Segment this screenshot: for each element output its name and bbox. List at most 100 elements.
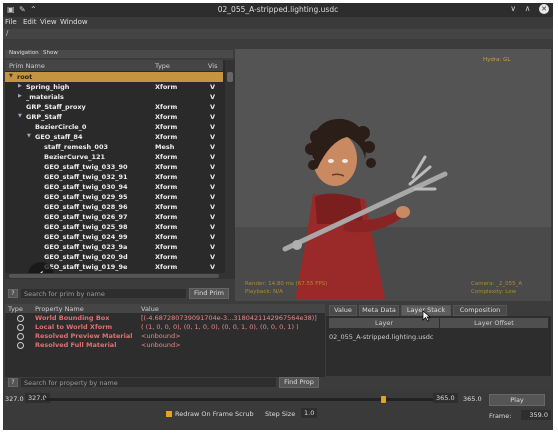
prim-vis[interactable]: V <box>210 213 215 221</box>
prim-type: Xform <box>155 103 178 111</box>
complexity-label: Complexity: Low <box>471 289 517 295</box>
prim-vis[interactable]: V <box>210 153 215 161</box>
attribute-row[interactable]: Resolved Full Material <unbound> <box>5 341 325 350</box>
prim-row[interactable]: GEO_staff_twig_026_97 Xform V <box>5 212 223 222</box>
prim-row[interactable]: ▼ GRP_Staff Xform V <box>5 112 223 122</box>
tab-composition[interactable]: Composition <box>453 305 507 316</box>
computed-attr-icon <box>17 315 24 322</box>
expand-right-icon[interactable]: ▶ <box>18 93 22 99</box>
prim-vis[interactable]: V <box>210 103 215 111</box>
prim-search-help-button[interactable]: ? <box>8 289 18 298</box>
prop-search-help-button[interactable]: ? <box>8 378 18 387</box>
prim-row[interactable]: BezierCircle_0 Xform V <box>5 122 223 132</box>
close-icon[interactable]: ✕ <box>539 4 549 14</box>
prim-vis[interactable]: V <box>210 183 215 191</box>
prim-vis[interactable]: V <box>210 83 215 91</box>
playback-stats: Playback: N/A <box>245 289 283 295</box>
window-title: 02_055_A-stripped.lighting.usdc <box>217 5 339 14</box>
prim-vis[interactable]: V <box>210 233 215 241</box>
prim-vis[interactable]: V <box>210 163 215 171</box>
col-type[interactable]: Type <box>155 62 170 70</box>
frame-slider-handle[interactable] <box>381 396 386 403</box>
prim-row[interactable]: GEO_staff_twig_033_90 Xform V <box>5 162 223 172</box>
prim-type: Mesh <box>155 143 175 151</box>
prim-row[interactable]: GEO_staff_twig_029_95 Xform V <box>5 192 223 202</box>
prim-row[interactable]: ▼ GEO_staff_84 Xform V <box>5 132 223 142</box>
attribute-row[interactable]: Local to World Xform ( (1, 0, 0, 0), (0, … <box>5 323 325 332</box>
expand-right-icon[interactable]: ▶ <box>18 83 22 89</box>
prim-row[interactable]: ▶ Spring_high Xform V <box>5 82 223 92</box>
playback-controls: 327.0 327.0 365.0 365.0 Play Redraw On F… <box>3 391 553 430</box>
prim-vis[interactable]: V <box>210 203 215 211</box>
col-value[interactable]: Value <box>141 305 159 313</box>
prim-vis[interactable]: V <box>210 263 215 271</box>
prim-vis[interactable]: V <box>210 113 215 121</box>
prim-vis[interactable]: V <box>210 173 215 181</box>
attribute-row[interactable]: World Bounding Box [(-4.687280739091704e-… <box>5 314 325 323</box>
prim-row[interactable]: GEO_staff_twig_028_96 Xform V <box>5 202 223 212</box>
expand-down-icon[interactable]: ▼ <box>9 73 13 79</box>
prim-vis[interactable]: V <box>210 133 215 141</box>
col-property-name[interactable]: Property Name <box>35 305 84 313</box>
col-prim-name[interactable]: Prim Name <box>9 62 45 70</box>
prim-row[interactable]: ▼ root <box>5 72 223 82</box>
menu-file[interactable]: File <box>5 18 17 26</box>
prim-vis[interactable]: V <box>210 123 215 131</box>
tab-meta-data[interactable]: Meta Data <box>359 305 399 316</box>
prim-row[interactable]: GEO_staff_twig_024_99 Xform V <box>5 232 223 242</box>
col-vis[interactable]: Vis <box>208 62 218 70</box>
tab-navigation[interactable]: Navigation <box>9 50 39 56</box>
prim-row[interactable]: GEO_staff_twig_023_9a Xform V <box>5 242 223 252</box>
step-size-field[interactable]: 1.0 <box>301 408 318 418</box>
prim-vis[interactable]: V <box>210 193 215 201</box>
prim-name: GRP_Staff <box>26 113 62 121</box>
col-layer-offset[interactable]: Layer Offset <box>440 318 548 328</box>
prim-row[interactable]: staff_remesh_003 Mesh V <box>5 142 223 152</box>
frame-slider[interactable] <box>45 396 449 403</box>
nav-tabs: Navigation Show <box>5 50 233 58</box>
find-prop-button[interactable]: Find Prop <box>279 377 319 388</box>
find-prim-button[interactable]: Find Prim <box>189 288 229 299</box>
tab-show[interactable]: Show <box>43 50 58 56</box>
tab-value[interactable]: Value <box>329 305 357 316</box>
prim-name: GEO_staff_twig_033_90 <box>44 163 128 171</box>
prim-vis[interactable]: V <box>210 223 215 231</box>
prim-search-input[interactable] <box>21 289 186 298</box>
menu-edit[interactable]: Edit <box>23 18 37 26</box>
prim-vis[interactable]: V <box>210 243 215 251</box>
usdview-window: ▣ ✎ ⌃ 02_055_A-stripped.lighting.usdc ∨ … <box>3 3 553 430</box>
prim-row[interactable]: GEO_staff_twig_032_91 Xform V <box>5 172 223 182</box>
prim-vis[interactable]: V <box>210 143 215 151</box>
play-button[interactable]: Play <box>489 394 545 406</box>
maximize-icon[interactable]: ∧ <box>525 4 531 13</box>
viewport[interactable]: Hydra: GL Render: 14.80 ms (67.55 FPS) P… <box>235 49 551 301</box>
minimize-icon[interactable]: ∨ <box>510 4 516 13</box>
frame-field[interactable]: 359.0 <box>521 410 551 420</box>
prim-vis[interactable]: V <box>210 93 215 101</box>
range-end-field[interactable]: 365.0 <box>433 393 458 403</box>
expand-down-icon[interactable]: ▼ <box>18 113 22 119</box>
prim-row[interactable]: BezierCurve_121 Xform V <box>5 152 223 162</box>
prim-tree-hscrollbar[interactable] <box>5 273 235 279</box>
prim-row[interactable]: GEO_staff_twig_025_98 Xform V <box>5 222 223 232</box>
expand-down-icon[interactable]: ▼ <box>27 133 31 139</box>
prim-row[interactable]: ▶ _materials V <box>5 92 223 102</box>
menu-window[interactable]: Window <box>60 18 88 26</box>
redraw-checkbox[interactable] <box>166 411 172 417</box>
menu-view[interactable]: View <box>40 18 57 26</box>
prim-type: Xform <box>155 113 178 121</box>
layer-row[interactable]: 02_055_A-stripped.lighting.usdc <box>329 333 433 341</box>
path-text: / <box>6 29 9 37</box>
prim-name: GRP_Staff_proxy <box>26 103 86 111</box>
prim-row[interactable]: GRP_Staff_proxy Xform V <box>5 102 223 112</box>
prim-type: Xform <box>155 203 178 211</box>
prim-name: GEO_staff_twig_030_94 <box>44 183 128 191</box>
prim-row[interactable]: GEO_staff_twig_030_94 Xform V <box>5 182 223 192</box>
col-attr-type[interactable]: Type <box>8 305 23 313</box>
prim-row[interactable]: GEO_staff_twig_020_9d Xform V <box>5 252 223 262</box>
prop-search-input[interactable] <box>21 378 276 387</box>
prim-tree-scrollbar[interactable] <box>225 60 235 273</box>
path-bar[interactable]: / <box>3 29 553 39</box>
prim-vis[interactable]: V <box>210 253 215 261</box>
attribute-row[interactable]: Resolved Preview Material <unbound> <box>5 332 325 341</box>
